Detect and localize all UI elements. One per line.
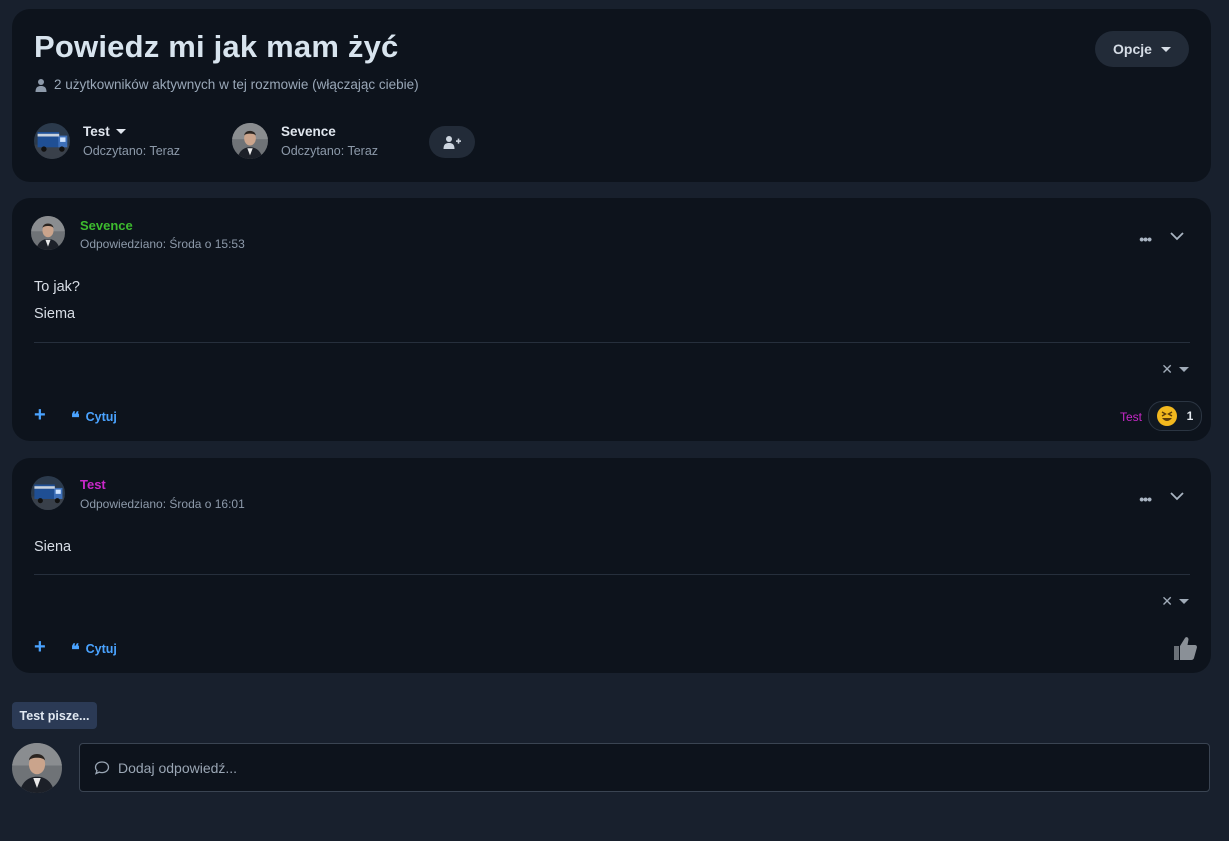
read-status: Odczytano: Teraz bbox=[281, 144, 379, 158]
active-users-text: 2 użytkowników aktywnych w tej rozmowie … bbox=[54, 77, 419, 92]
participant-name: Test bbox=[83, 124, 110, 139]
options-label: Opcje bbox=[1113, 41, 1152, 57]
message-author[interactable]: Test bbox=[80, 477, 106, 492]
message-time: Odpowiedziano: Środa o 15:53 bbox=[80, 237, 245, 251]
chevron-down-icon[interactable] bbox=[1170, 228, 1184, 246]
participant-test[interactable]: Test Odczytano: Teraz bbox=[34, 123, 180, 159]
quote-icon: ❝ bbox=[71, 408, 80, 427]
dismiss-control[interactable]: ✕ bbox=[1161, 593, 1189, 610]
quote-button[interactable]: ❝ Cytuj bbox=[71, 640, 117, 658]
reaction-badge[interactable]: 1 bbox=[1148, 401, 1202, 431]
options-button[interactable]: Opcje bbox=[1095, 31, 1189, 67]
participant-name: Sevence bbox=[281, 124, 336, 139]
comment-icon bbox=[94, 760, 110, 775]
message-line: Siena bbox=[34, 539, 72, 555]
quote-label: Cytuj bbox=[85, 410, 117, 424]
more-options-icon[interactable]: ••• bbox=[1139, 491, 1152, 507]
caret-down-icon bbox=[115, 129, 126, 134]
thumbs-up-icon[interactable] bbox=[1172, 635, 1198, 666]
user-plus-icon bbox=[443, 136, 461, 149]
caret-down-icon bbox=[1160, 46, 1171, 52]
more-options-icon[interactable]: ••• bbox=[1139, 231, 1152, 247]
message-time: Odpowiedziano: Środa o 16:01 bbox=[80, 497, 245, 511]
reply-input[interactable]: Dodaj odpowiedź... bbox=[79, 743, 1210, 792]
avatar bbox=[12, 743, 62, 793]
typing-indicator: Test pisze... bbox=[12, 702, 97, 729]
quote-label: Cytuj bbox=[85, 642, 117, 656]
close-icon: ✕ bbox=[1161, 361, 1173, 377]
user-icon bbox=[35, 78, 47, 92]
reaction-user[interactable]: Test bbox=[1120, 410, 1142, 424]
caret-down-icon bbox=[1179, 599, 1189, 604]
caret-down-icon bbox=[1179, 367, 1189, 372]
close-icon: ✕ bbox=[1161, 593, 1173, 609]
avatar bbox=[232, 123, 268, 159]
reaction-count: 1 bbox=[1186, 409, 1194, 423]
message-line: Siema bbox=[34, 306, 76, 322]
chevron-down-icon[interactable] bbox=[1170, 488, 1184, 506]
divider bbox=[34, 342, 1190, 343]
message-author[interactable]: Sevence bbox=[80, 218, 133, 233]
add-user-button[interactable] bbox=[429, 126, 475, 158]
laughing-face-icon bbox=[1156, 406, 1177, 426]
add-reaction-button[interactable]: + bbox=[34, 637, 46, 657]
conversation-header: Powiedz mi jak mam żyć 2 użytkowników ak… bbox=[12, 9, 1211, 182]
quote-icon: ❝ bbox=[71, 640, 80, 659]
reply-placeholder: Dodaj odpowiedź... bbox=[118, 759, 238, 776]
avatar[interactable] bbox=[31, 216, 65, 250]
add-reaction-button[interactable]: + bbox=[34, 405, 46, 425]
dismiss-control[interactable]: ✕ bbox=[1161, 361, 1189, 378]
avatar[interactable] bbox=[31, 476, 65, 510]
quote-button[interactable]: ❝ Cytuj bbox=[71, 408, 117, 426]
page-title: Powiedz mi jak mam żyć bbox=[34, 29, 399, 64]
message: Sevence Odpowiedziano: Środa o 15:53 •••… bbox=[12, 198, 1211, 441]
read-status: Odczytano: Teraz bbox=[83, 144, 181, 158]
active-users-info: 2 użytkowników aktywnych w tej rozmowie … bbox=[34, 77, 419, 92]
divider bbox=[34, 574, 1190, 575]
message-line: To jak? bbox=[34, 279, 80, 295]
participant-sevence[interactable]: Sevence Odczytano: Teraz bbox=[232, 123, 378, 159]
avatar bbox=[34, 123, 70, 159]
message: Test Odpowiedziano: Środa o 16:01 ••• Si… bbox=[12, 458, 1211, 673]
